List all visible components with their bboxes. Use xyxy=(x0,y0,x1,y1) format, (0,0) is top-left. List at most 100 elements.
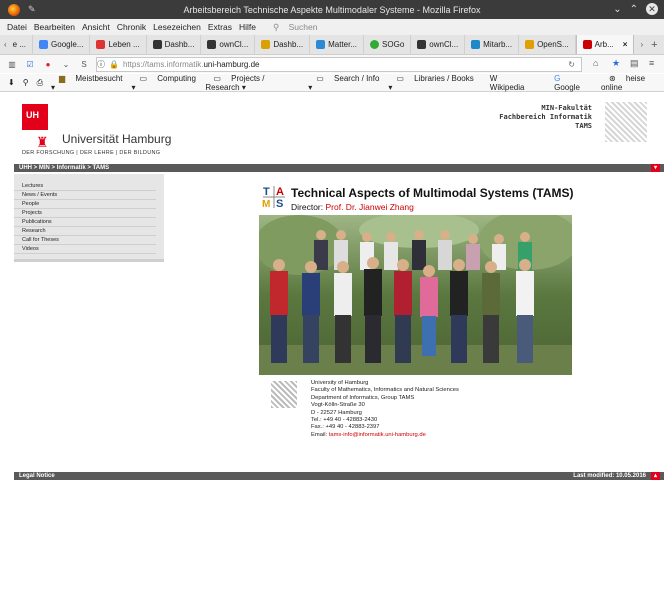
address-line: Fax.: +49 40 - 42883-2397 xyxy=(311,424,380,431)
bookmark-search-info[interactable]: ▭ Search / Info ▾ xyxy=(308,74,380,92)
sidebar-toggle-icon[interactable]: ▥ xyxy=(6,60,18,69)
search-icon: ⚲ xyxy=(272,21,280,32)
chevron-down-icon[interactable]: ▾ xyxy=(651,164,660,172)
email-label: Email: xyxy=(311,431,328,438)
download-icon[interactable]: ⬇ xyxy=(8,78,15,87)
hamburger-menu-icon[interactable]: ≡ xyxy=(649,58,654,68)
tab-4[interactable]: ownCl... xyxy=(201,35,256,54)
menu-lesezeichen[interactable]: Lesezeichen xyxy=(153,22,201,32)
tab-10[interactable]: OpenS... xyxy=(519,35,576,54)
adblock-icon[interactable]: ● xyxy=(42,60,54,69)
url-field[interactable]: ⓘ 🔒 https://tams.informatik. uni-hamburg.… xyxy=(96,57,582,72)
tab-label: Leben ... xyxy=(108,40,140,49)
menu-search[interactable]: ⚲ Suchen xyxy=(266,22,317,33)
close-tab-icon[interactable]: × xyxy=(623,40,628,49)
tab-5[interactable]: Dashb... xyxy=(255,35,311,54)
tab-2[interactable]: Leben ... xyxy=(90,35,147,54)
sidebar-item-projects[interactable]: Projects xyxy=(14,209,156,218)
folder-icon: ▆ xyxy=(58,73,66,83)
menu-ansicht[interactable]: Ansicht xyxy=(82,22,110,32)
print-icon[interactable]: ⎙ xyxy=(37,78,43,88)
address-line: Department of Informatics, Group TAMS xyxy=(311,394,415,401)
home-icon[interactable]: ⌂ xyxy=(593,58,598,68)
sidebar-item-call-for-theses[interactable]: Call for Theses xyxy=(14,236,156,245)
dropdown-icon[interactable]: ⌄ xyxy=(60,60,72,69)
sidebar-item-videos[interactable]: Videos xyxy=(14,245,156,254)
checkbox-icon[interactable]: ☑ xyxy=(24,60,36,69)
bookmark-heise[interactable]: ⊛ heise online xyxy=(601,74,664,92)
bookmark-projects-research[interactable]: ▭ Projects / Research ▾ xyxy=(205,74,300,92)
footer-bar: Legal Notice Last modified: 10.05.2016 ▴ xyxy=(14,472,664,480)
svg-text:T: T xyxy=(263,186,270,198)
director-label: Director: xyxy=(291,202,324,212)
url-domain: uni-hamburg.de xyxy=(203,60,260,69)
bookmark-label: Libraries / Books xyxy=(414,73,474,83)
faculty-line: Fachbereich Informatik xyxy=(499,113,592,121)
reload-icon[interactable]: ↻ xyxy=(568,60,575,69)
address-line: Tel.: +49 40 - 42883-2430 xyxy=(311,417,378,424)
owncloud-icon xyxy=(207,40,217,49)
tab-label: Mitarb... xyxy=(483,40,513,49)
tab-7[interactable]: SOGo xyxy=(364,35,412,54)
uhh-logo[interactable]: UH xyxy=(22,104,48,130)
sidebar-nav: Lectures News / Events People Projects P… xyxy=(14,174,164,262)
bookmark-google[interactable]: G Google xyxy=(546,74,593,92)
tab-6[interactable]: Matter... xyxy=(310,35,365,54)
bookmark-wikipedia[interactable]: W Wikipedia xyxy=(482,74,538,92)
tab-1[interactable]: Google... xyxy=(33,35,91,54)
tab-0[interactable]: e ... xyxy=(7,35,34,54)
library-icon[interactable]: ▤ xyxy=(630,58,639,69)
breadcrumb[interactable]: UHH > MIN > Informatik > TAMS xyxy=(19,165,109,171)
uhh-logo-text: UH xyxy=(26,110,39,120)
menu-extras[interactable]: Extras xyxy=(208,22,232,32)
uhh-tower-icon: ♜ xyxy=(36,134,49,150)
navigation-toolbar: ▥ ☑ ● ⌄ S ← ⓘ 🔒 https://tams.informatik.… xyxy=(0,55,664,73)
sidebar-item-people[interactable]: People xyxy=(14,200,156,209)
minimize-icon[interactable]: ⌄ xyxy=(613,4,621,15)
window-titlebar: ✎ Arbeitsbereich Technische Aspekte Mult… xyxy=(0,0,664,19)
bookmark-libraries-books[interactable]: ▭ Libraries / Books ▾ xyxy=(388,74,473,92)
sidebar-item-research[interactable]: Research xyxy=(14,227,156,236)
info-icon[interactable]: ⓘ xyxy=(97,59,105,70)
tab-8[interactable]: ownCl... xyxy=(411,35,466,54)
new-tab-icon[interactable]: + xyxy=(651,39,657,51)
uhh-slogan: DER FORSCHUNG | DER LEHRE | DER BILDUNG xyxy=(22,150,161,156)
window-title: Arbeitsbereich Technische Aspekte Multim… xyxy=(183,4,481,15)
director-name-link[interactable]: Prof. Dr. Jianwei Zhang xyxy=(326,202,414,212)
menu-hilfe[interactable]: Hilfe xyxy=(239,22,256,32)
tams-icon xyxy=(582,40,592,49)
heise-icon: ⊛ xyxy=(608,73,616,83)
search-icon[interactable]: ⚲ xyxy=(23,78,29,87)
sidebar-item-publications[interactable]: Publications xyxy=(14,218,156,227)
svg-text:A: A xyxy=(276,186,284,198)
legal-notice-link[interactable]: Legal Notice xyxy=(19,473,55,479)
sync-icon[interactable]: S xyxy=(78,60,90,69)
chevron-up-icon[interactable]: ▴ xyxy=(651,472,660,480)
group-photo xyxy=(259,215,572,375)
tab-11-active[interactable]: Arb... × xyxy=(575,35,635,54)
faculty-line: TAMS xyxy=(575,122,592,130)
bookmark-label: heise online xyxy=(600,73,646,92)
bookmark-star-icon[interactable]: ★ xyxy=(612,58,620,69)
menu-chronik[interactable]: Chronik xyxy=(117,22,146,32)
bookmark-meistbesucht[interactable]: ▆ Meistbesucht ▾ xyxy=(51,74,123,92)
sidebar-item-lectures[interactable]: Lectures xyxy=(14,182,156,191)
tams-pattern-image xyxy=(271,381,297,408)
close-window-icon[interactable]: ✕ xyxy=(646,3,658,15)
bookmark-computing[interactable]: ▭ Computing ▾ xyxy=(131,74,197,92)
tab-9[interactable]: Mitarb... xyxy=(465,35,520,54)
sidebar-item-news-events[interactable]: News / Events xyxy=(14,191,156,200)
menu-bearbeiten[interactable]: Bearbeiten xyxy=(34,22,75,32)
owncloud-icon xyxy=(417,40,427,49)
menu-datei[interactable]: Datei xyxy=(7,22,27,32)
maximize-icon[interactable]: ⌃ xyxy=(630,4,638,15)
google-icon: G xyxy=(554,73,561,83)
tab-3[interactable]: Dashb... xyxy=(147,35,202,54)
tabs-scroll-right-icon[interactable]: › xyxy=(640,40,643,49)
web-page: UH ♜ Universität Hamburg DER FORSCHUNG |… xyxy=(0,92,664,609)
tab-bar: ‹ e ... Google... Leben ... Dashb... own… xyxy=(0,35,664,55)
lock-icon[interactable]: 🔒 xyxy=(109,60,119,69)
sogo-icon xyxy=(370,40,380,49)
page-title: Technical Aspects of Multimodal Systems … xyxy=(291,186,574,200)
email-link[interactable]: tams-info@informatik.uni-hamburg.de xyxy=(329,432,426,438)
